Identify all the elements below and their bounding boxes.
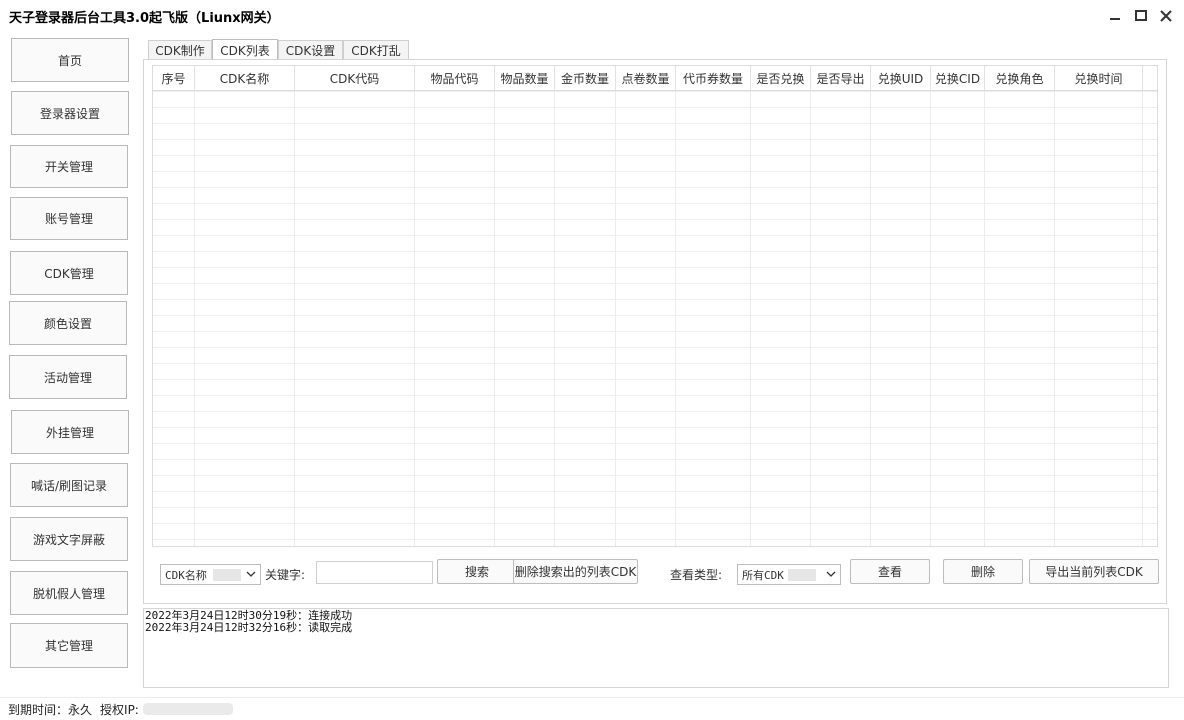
tab-label: CDK列表 [220, 43, 270, 58]
sidebar-item-activity-management[interactable]: 活动管理 [9, 355, 127, 399]
column-header[interactable]: 兑换时间 [1055, 66, 1143, 90]
sidebar-item-color-settings[interactable]: 颜色设置 [9, 301, 127, 345]
column-header[interactable]: CDK代码 [295, 66, 415, 90]
column-header[interactable]: 兑换UID [871, 66, 931, 90]
sidebar-item-label: 外挂管理 [45, 425, 94, 440]
sidebar-item-chat-records[interactable]: 喊话/刷图记录 [10, 463, 128, 507]
sidebar-item-label: 首页 [57, 53, 82, 68]
sidebar-item-offline-bots[interactable]: 脱机假人管理 [10, 571, 128, 615]
delete-search-results-label: 删除搜索出的列表CDK [514, 565, 637, 579]
column-header[interactable]: 兑换CID [931, 66, 985, 90]
sidebar-item-label: CDK管理 [44, 266, 94, 281]
sidebar-item-label: 脱机假人管理 [32, 586, 105, 601]
expiry-label: 到期时间： [8, 702, 69, 717]
column-header[interactable]: 序号 [153, 66, 195, 90]
search-field-value: CDK名称 [165, 568, 207, 582]
search-button-label: 搜索 [464, 565, 489, 579]
maximize-icon[interactable] [1130, 6, 1152, 26]
log-output[interactable]: 2022年3月24日12时30分19秒：连接成功 2022年3月24日12时32… [143, 608, 1169, 688]
sidebar-item-label: 颜色设置 [43, 316, 92, 331]
chevron-down-icon [826, 571, 836, 577]
log-line: 2022年3月24日12时32分16秒：读取完成 [145, 621, 353, 634]
delete-button[interactable]: 删除 [943, 559, 1023, 584]
sidebar-item-cdk-management[interactable]: CDK管理 [10, 251, 128, 295]
sidebar-item-other-management[interactable]: 其它管理 [10, 623, 128, 668]
window-title: 天子登录器后台工具3.0起飞版（Liunx网关） [9, 11, 280, 26]
column-header[interactable]: 物品数量 [495, 66, 555, 90]
sidebar-item-label: 游戏文字屏蔽 [32, 532, 105, 547]
column-header[interactable]: 代币券数量 [676, 66, 751, 90]
tab-cdk-list[interactable]: CDK列表 [212, 39, 278, 60]
column-header[interactable]: 金币数量 [555, 66, 616, 90]
view-type-value: 所有CDK [742, 568, 784, 582]
sidebar-item-label: 登录器设置 [39, 106, 100, 121]
sidebar-item-login-settings[interactable]: 登录器设置 [11, 91, 129, 135]
delete-search-results-button[interactable]: 删除搜索出的列表CDK [513, 559, 638, 584]
column-header[interactable]: 物品代码 [415, 66, 495, 90]
expiry-value: 永久 [68, 702, 93, 717]
tab-cdk-settings[interactable]: CDK设置 [278, 40, 343, 60]
column-header[interactable]: 点卷数量 [616, 66, 676, 90]
export-list-label: 导出当前列表CDK [1045, 565, 1143, 579]
ip-label: 授权IP: [100, 702, 139, 717]
chevron-down-icon [246, 571, 256, 577]
tab-label: CDK打乱 [351, 44, 401, 58]
sidebar-item-label: 开关管理 [44, 160, 93, 174]
delete-button-label: 删除 [970, 565, 995, 579]
column-header[interactable]: 兑换角色 [985, 66, 1055, 90]
sidebar-item-label: 喊话/刷图记录 [30, 478, 108, 493]
cdk-list-panel: 序号 CDK名称 CDK代码 物品代码 物品数量 金币数量 点卷数量 代币券数量… [143, 59, 1167, 604]
close-icon[interactable] [1155, 6, 1177, 26]
table-header: 序号 CDK名称 CDK代码 物品代码 物品数量 金币数量 点卷数量 代币券数量… [153, 66, 1157, 91]
sidebar-item-label: 活动管理 [43, 370, 92, 385]
tab-label: CDK制作 [155, 44, 205, 58]
sidebar-item-label: 其它管理 [44, 639, 93, 653]
minimize-icon[interactable] [1104, 6, 1126, 26]
search-button[interactable]: 搜索 [437, 559, 517, 584]
status-bar: 到期时间： 永久 授权IP: [0, 697, 1184, 720]
view-type-label: 查看类型: [670, 568, 723, 582]
sidebar-item-text-filter[interactable]: 游戏文字屏蔽 [10, 517, 128, 561]
table-body [153, 91, 1157, 546]
sidebar-item-account-management[interactable]: 账号管理 [10, 197, 128, 240]
ip-value-redacted [142, 703, 233, 715]
keyword-input[interactable] [316, 561, 433, 584]
column-header[interactable]: CDK名称 [195, 66, 295, 90]
sidebar-item-home[interactable]: 首页 [11, 38, 129, 82]
column-header[interactable]: 是否导出 [811, 66, 871, 90]
tab-label: CDK设置 [285, 44, 336, 58]
sidebar-item-switch-management[interactable]: 开关管理 [10, 145, 128, 188]
export-list-button[interactable]: 导出当前列表CDK [1029, 559, 1159, 584]
search-field-select[interactable]: CDK名称 [160, 564, 261, 585]
sidebar-item-label: 账号管理 [44, 212, 93, 226]
view-button[interactable]: 查看 [850, 559, 930, 584]
column-header[interactable]: 是否兑换 [751, 66, 811, 90]
view-type-select[interactable]: 所有CDK [737, 564, 841, 585]
view-button-label: 查看 [877, 565, 902, 579]
tab-cdk-create[interactable]: CDK制作 [148, 40, 212, 60]
keyword-label: 关键字: [265, 568, 306, 582]
sidebar-item-cheat-management[interactable]: 外挂管理 [11, 410, 129, 454]
cdk-table[interactable]: 序号 CDK名称 CDK代码 物品代码 物品数量 金币数量 点卷数量 代币券数量… [152, 65, 1158, 547]
tab-cdk-shuffle[interactable]: CDK打乱 [343, 40, 409, 60]
